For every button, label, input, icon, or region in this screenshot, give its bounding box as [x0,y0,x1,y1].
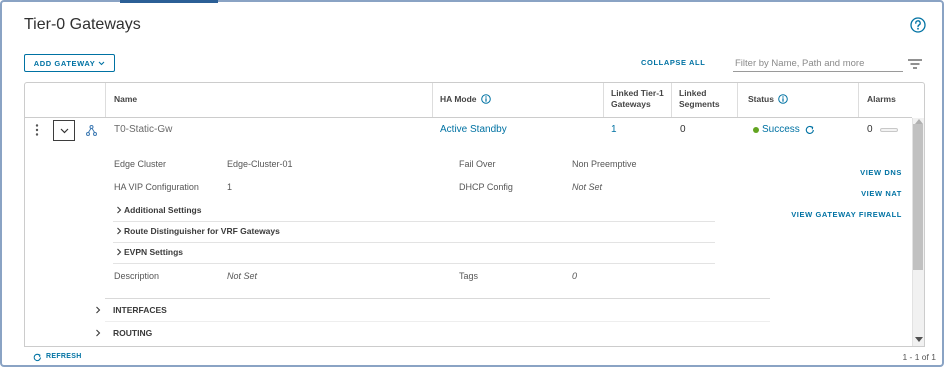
refresh-icon [33,353,42,362]
tags-label: Tags [459,271,479,281]
add-gateway-button[interactable]: ADD GATEWAY [24,54,115,72]
column-header-alarms[interactable]: Alarms [867,93,896,105]
gateway-name: T0-Static-Gw [114,124,173,135]
section-label: Additional Settings [124,205,202,215]
view-nat-link[interactable]: VIEW NAT [861,188,902,200]
column-resize-handle[interactable] [603,83,604,117]
filter-input[interactable] [733,55,903,72]
section-divider [113,221,715,222]
column-header-label: HA Mode [440,94,477,104]
column-header-label: Alarms [867,94,896,104]
column-resize-handle[interactable] [105,83,106,117]
chevron-down-icon [60,128,69,134]
header-divider [25,117,912,118]
chevron-right-icon [95,306,101,314]
info-icon[interactable] [778,94,788,104]
pagination-summary: 1 - 1 of 1 [902,352,936,362]
description-value: Not Set [227,271,258,281]
active-tab-indicator [120,0,218,3]
refresh-button[interactable]: REFRESH [33,351,82,363]
subsection-toggle-interfaces[interactable]: INTERFACES [95,304,167,316]
tier0-gateways-page: Tier-0 Gateways ADD GATEWAY COLLAPSE ALL [0,0,944,367]
filter-icon[interactable] [908,59,922,69]
info-icon[interactable] [480,94,491,104]
section-label: EVPN Settings [124,247,184,257]
ha-mode-link[interactable]: Active Standby [440,124,507,136]
chevron-right-icon [116,248,122,256]
dhcp-config-value: Not Set [572,182,603,192]
subsection-toggle-routing[interactable]: ROUTING [95,327,152,339]
status-success-dot [753,127,759,133]
view-dns-link[interactable]: VIEW DNS [860,167,902,179]
section-toggle-evpn-settings[interactable]: EVPN Settings [116,246,183,258]
linked-segments-count: 0 [680,124,686,135]
scrollbar-thumb[interactable] [913,124,923,270]
kebab-menu-icon[interactable] [34,123,40,137]
chevron-right-icon [116,206,122,214]
scroll-down-arrow-icon[interactable] [914,336,923,342]
edge-cluster-label: Edge Cluster [114,159,167,169]
section-label: Route Distinguisher for VRF Gateways [124,226,280,236]
column-resize-handle[interactable] [432,83,433,117]
section-toggle-additional-settings[interactable]: Additional Settings [116,204,201,216]
subsection-divider [105,321,770,322]
column-header-name[interactable]: Name [114,93,137,105]
subsection-label: ROUTING [113,328,153,338]
tags-value: 0 [572,271,578,281]
subsection-label: INTERFACES [113,305,167,315]
section-divider [113,263,715,264]
ha-vip-configuration-link[interactable]: 1 [227,181,232,193]
expand-row-button[interactable] [53,120,75,141]
add-gateway-label: ADD GATEWAY [33,58,96,68]
column-resize-handle[interactable] [737,83,738,117]
help-circle-icon[interactable] [910,17,926,33]
fail-over-value: Non Preemptive [572,159,637,169]
collapse-all-link[interactable]: COLLAPSE ALL [641,57,705,69]
view-gateway-firewall-link[interactable]: VIEW GATEWAY FIREWALL [791,209,902,221]
fail-over-label: Fail Over [459,159,496,169]
page-title: Tier-0 Gateways [24,16,141,33]
status-link[interactable]: Success [762,124,800,136]
chevron-down-icon [98,61,105,66]
column-header-label: Name [114,94,138,104]
column-header-linked-tier1-gateways[interactable]: Linked Tier-1 Gateways [611,88,673,110]
column-header-linked-segments[interactable]: Linked Segments [679,88,735,110]
section-toggle-route-distinguisher[interactable]: Route Distinguisher for VRF Gateways [116,225,280,237]
edge-cluster-value: Edge-Cluster-01 [227,159,293,169]
chevron-right-icon [116,227,122,235]
linked-tier1-gateways-link[interactable]: 1 [611,124,617,136]
refresh-icon[interactable] [805,125,815,135]
column-resize-handle[interactable] [858,83,859,117]
description-label: Description [114,271,160,281]
chevron-right-icon [95,329,101,337]
column-header-status[interactable]: Status [748,93,788,105]
alarms-count: 0 [867,124,873,135]
alarms-bar [880,128,898,132]
details-divider [105,298,770,299]
tier0-gateway-icon [86,125,97,136]
ha-vip-configuration-label: HA VIP Configuration [114,182,199,192]
section-divider [113,242,715,243]
column-header-label: Status [748,94,774,104]
column-header-ha-mode[interactable]: HA Mode [440,93,491,105]
dhcp-config-label: DHCP Config [459,182,513,192]
refresh-label: REFRESH [46,353,82,360]
status-cell: Success [753,124,815,136]
